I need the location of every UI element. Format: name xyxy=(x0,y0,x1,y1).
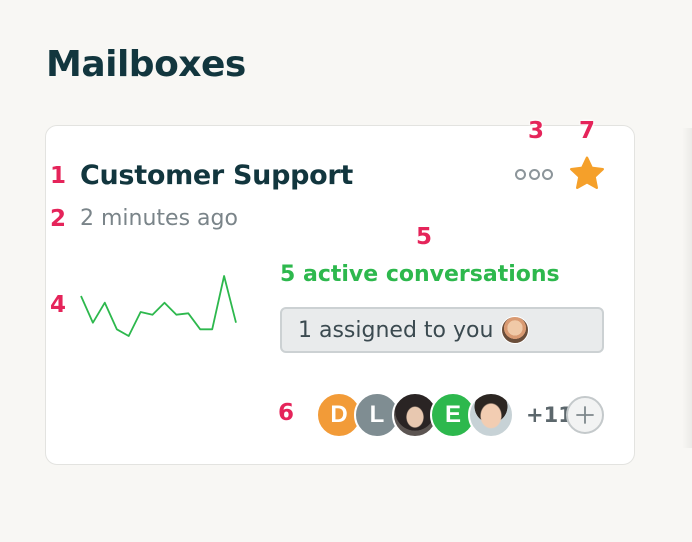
annotation-6: 6 xyxy=(278,400,295,426)
annotation-2: 2 xyxy=(50,206,67,232)
assigned-to-you-button[interactable]: 1 assigned to you xyxy=(280,307,604,353)
active-conversations-link[interactable]: 5 active conversations xyxy=(280,262,560,287)
annotation-4: 4 xyxy=(50,292,67,318)
annotation-3: 3 xyxy=(528,118,545,144)
add-member-button[interactable] xyxy=(566,396,604,434)
assigned-label: 1 assigned to you xyxy=(298,317,494,343)
activity-sparkline xyxy=(80,275,237,337)
more-options-icon[interactable] xyxy=(515,164,553,184)
mailbox-card[interactable]: Customer Support 2 minutes ago 5 active … xyxy=(45,120,635,465)
user-avatar xyxy=(501,316,530,344)
page-title: Mailboxes xyxy=(46,44,246,85)
team-avatars[interactable]: D L E +11 xyxy=(316,392,573,438)
plus-icon xyxy=(576,406,594,424)
annotation-5: 5 xyxy=(416,224,433,250)
avatar-photo[interactable] xyxy=(468,392,514,438)
annotation-1: 1 xyxy=(50,163,67,189)
adjacent-panel-edge xyxy=(682,128,692,448)
annotation-7: 7 xyxy=(579,118,596,144)
mailbox-name[interactable]: Customer Support xyxy=(80,160,353,191)
star-icon[interactable] xyxy=(567,154,607,194)
last-updated-time: 2 minutes ago xyxy=(80,206,238,231)
